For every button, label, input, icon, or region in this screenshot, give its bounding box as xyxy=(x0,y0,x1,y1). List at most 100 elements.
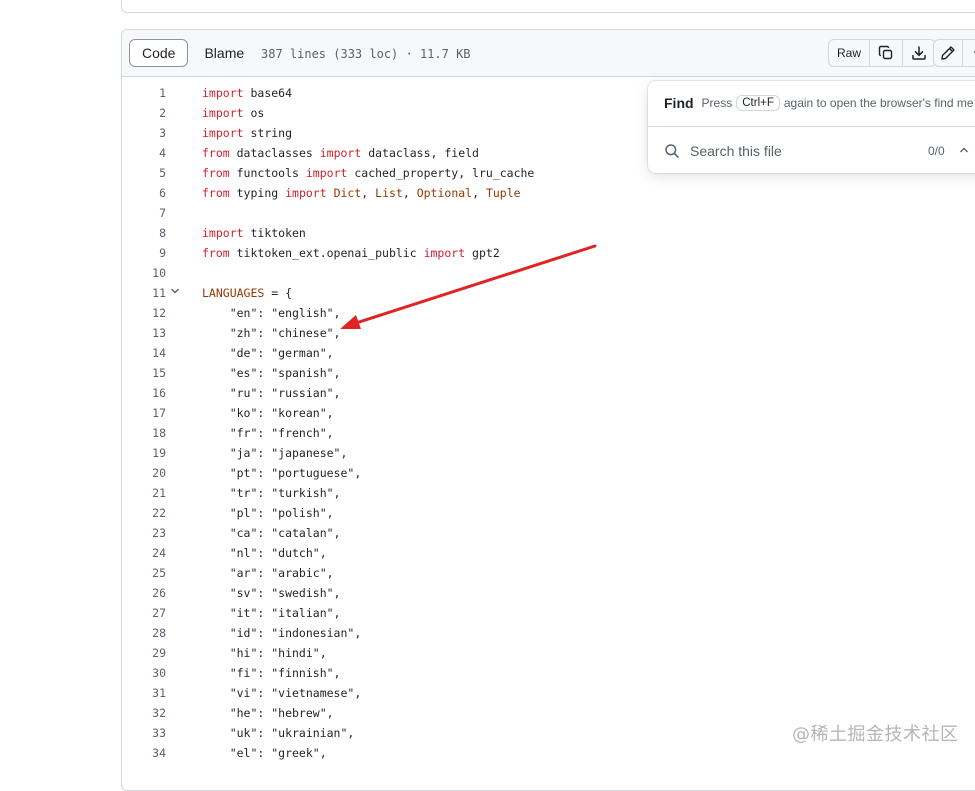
line-number[interactable]: 22 xyxy=(126,503,166,523)
code-line: 13 "zh": "chinese", xyxy=(122,323,975,343)
line-number[interactable]: 19 xyxy=(126,443,166,463)
code-line: 30 "fi": "finnish", xyxy=(122,663,975,683)
blame-tab[interactable]: Blame xyxy=(192,39,256,67)
line-number[interactable]: 26 xyxy=(126,583,166,603)
code-line: 9 from tiktoken_ext.openai_public import … xyxy=(122,243,975,263)
code-tab[interactable]: Code xyxy=(129,39,189,67)
line-number[interactable]: 23 xyxy=(126,523,166,543)
code-line: 10 xyxy=(122,263,975,283)
code-line: 29 "hi": "hindi", xyxy=(122,643,975,663)
line-number[interactable]: 32 xyxy=(126,703,166,723)
line-number[interactable]: 29 xyxy=(126,643,166,663)
code-text: "es": "spanish", xyxy=(202,366,341,380)
line-number[interactable]: 18 xyxy=(126,423,166,443)
edit-button[interactable] xyxy=(934,40,963,66)
code-text: "uk": "ukrainian", xyxy=(202,726,355,740)
search-icon xyxy=(665,144,679,158)
code-line: 27 "it": "italian", xyxy=(122,603,975,623)
line-number[interactable]: 12 xyxy=(126,303,166,323)
code-line: 8 import tiktoken xyxy=(122,223,975,243)
code-text: "zh": "chinese", xyxy=(202,326,341,340)
line-number[interactable]: 20 xyxy=(126,463,166,483)
line-number[interactable]: 25 xyxy=(126,563,166,583)
line-number[interactable]: 4 xyxy=(126,143,166,163)
code-line: 18 "fr": "french", xyxy=(122,423,975,443)
line-number[interactable]: 33 xyxy=(126,723,166,743)
line-number[interactable]: 1 xyxy=(126,83,166,103)
find-search-input[interactable] xyxy=(688,142,922,160)
copy-icon xyxy=(878,45,893,60)
code-area[interactable]: 1 import base64 2 import os 3 import string 4 f… xyxy=(122,83,975,763)
code-line: 15 "es": "spanish", xyxy=(122,363,975,383)
line-number[interactable]: 21 xyxy=(126,483,166,503)
code-text: "ru": "russian", xyxy=(202,386,341,400)
edit-dropdown-button[interactable] xyxy=(963,40,975,66)
code-line: 6 from typing import Dict, List, Optional… xyxy=(122,183,975,203)
code-text: LANGUAGES = { xyxy=(202,286,293,300)
line-number[interactable]: 27 xyxy=(126,603,166,623)
code-text: from tiktoken_ext.openai_public import g… xyxy=(202,246,500,260)
find-header: Find Press Ctrl+F again to open the brow… xyxy=(664,95,974,111)
code-line: 25 "ar": "arabic", xyxy=(122,563,975,583)
line-number[interactable]: 24 xyxy=(126,543,166,563)
download-button[interactable] xyxy=(903,40,935,66)
code-text: "ja": "japanese", xyxy=(202,446,348,460)
code-line: 19 "ja": "japanese", xyxy=(122,443,975,463)
code-text: "vi": "vietnamese", xyxy=(202,686,362,700)
code-text: "sv": "swedish", xyxy=(202,586,341,600)
code-line: 28 "id": "indonesian", xyxy=(122,623,975,643)
download-icon xyxy=(912,46,926,60)
code-text: "en": "english", xyxy=(202,306,341,320)
code-line: 21 "tr": "turkish", xyxy=(122,483,975,503)
code-line: 14 "de": "german", xyxy=(122,343,975,363)
code-line: 16 "ru": "russian", xyxy=(122,383,975,403)
line-number[interactable]: 17 xyxy=(126,403,166,423)
code-text: "nl": "dutch", xyxy=(202,546,327,560)
code-line: 34 "el": "greek", xyxy=(122,743,975,763)
line-number[interactable]: 5 xyxy=(126,163,166,183)
code-line: 17 "ko": "korean", xyxy=(122,403,975,423)
code-line: 7 xyxy=(122,203,975,223)
line-number[interactable]: 7 xyxy=(126,203,166,223)
raw-button[interactable]: Raw xyxy=(829,40,871,66)
line-number[interactable]: 31 xyxy=(126,683,166,703)
code-text: "ko": "korean", xyxy=(202,406,334,420)
line-number[interactable]: 3 xyxy=(126,123,166,143)
view-toggle: Code Blame xyxy=(129,39,256,67)
line-number[interactable]: 34 xyxy=(126,743,166,763)
code-text: import string xyxy=(202,126,293,140)
line-number[interactable]: 10 xyxy=(126,263,166,283)
line-number[interactable]: 14 xyxy=(126,343,166,363)
code-text: "he": "hebrew", xyxy=(202,706,334,720)
edit-actions xyxy=(933,39,975,67)
line-number[interactable]: 13 xyxy=(126,323,166,343)
line-number[interactable]: 30 xyxy=(126,663,166,683)
code-text: from dataclasses import dataclass, field xyxy=(202,146,479,160)
line-number[interactable]: 15 xyxy=(126,363,166,383)
line-number[interactable]: 16 xyxy=(126,383,166,403)
find-shortcut-key: Ctrl+F xyxy=(736,95,780,111)
code-text: from typing import Dict, List, Optional,… xyxy=(202,186,521,200)
code-text: "hi": "hindi", xyxy=(202,646,327,660)
find-search-row: 0/0 xyxy=(664,141,975,161)
file-actions: Raw xyxy=(828,39,937,67)
code-line: 31 "vi": "vietnamese", xyxy=(122,683,975,703)
line-number[interactable]: 8 xyxy=(126,223,166,243)
chevron-up-icon xyxy=(959,147,968,153)
previous-card xyxy=(121,0,975,13)
code-line: 26 "sv": "swedish", xyxy=(122,583,975,603)
line-number[interactable]: 28 xyxy=(126,623,166,643)
line-number[interactable]: 2 xyxy=(126,103,166,123)
copy-button[interactable] xyxy=(870,40,904,66)
line-number[interactable]: 6 xyxy=(126,183,166,203)
find-prev-button[interactable] xyxy=(959,144,969,158)
code-line: 24 "nl": "dutch", xyxy=(122,543,975,563)
code-text: "fr": "french", xyxy=(202,426,334,440)
code-text: "it": "italian", xyxy=(202,606,341,620)
find-match-count: 0/0 xyxy=(928,144,945,158)
line-number[interactable]: 11 xyxy=(126,283,166,303)
chevron-down-icon xyxy=(973,51,975,53)
fold-chevron-icon[interactable] xyxy=(170,283,180,303)
line-number[interactable]: 9 xyxy=(126,243,166,263)
watermark: @稀土掘金技术社区 xyxy=(792,724,959,745)
